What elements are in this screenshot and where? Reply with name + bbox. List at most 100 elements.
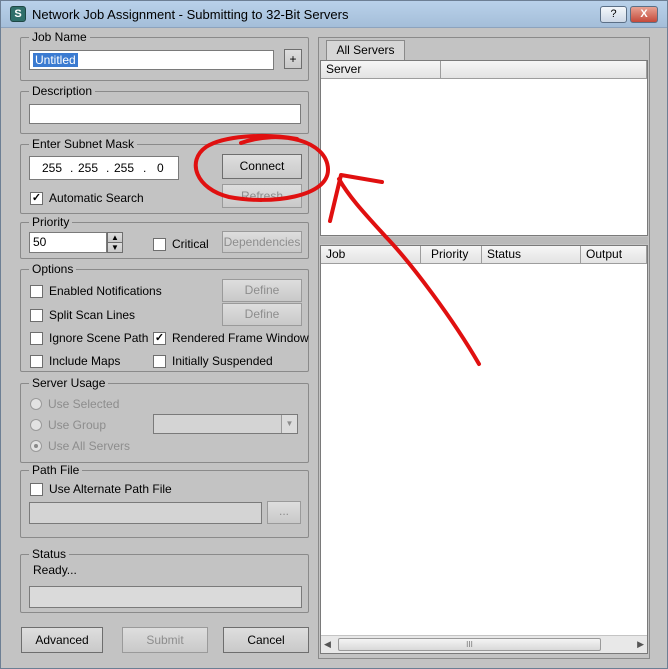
include-maps-label: Include Maps xyxy=(49,354,121,368)
jobs-scrollbar-thumb[interactable]: III xyxy=(338,638,601,651)
rendered-frame-window-checkbox[interactable]: ✓ Rendered Frame Window xyxy=(153,330,309,346)
use-group-label: Use Group xyxy=(48,418,107,432)
use-all-servers-radio-icon xyxy=(30,440,42,452)
initially-suspended-checkbox[interactable]: Initially Suspended xyxy=(153,353,273,369)
add-job-name-button[interactable]: + xyxy=(284,49,302,69)
ignore-scene-path-checkbox[interactable]: Ignore Scene Path xyxy=(30,330,148,346)
automatic-search-check-icon: ✓ xyxy=(30,191,43,205)
define-scan-lines-button[interactable]: Define xyxy=(222,303,302,326)
server-extra-column-header[interactable] xyxy=(441,61,647,79)
subnet-dot-1: . xyxy=(70,161,74,175)
title-bar[interactable]: S Network Job Assignment - Submitting to… xyxy=(1,1,667,28)
automatic-search-label: Automatic Search xyxy=(49,191,144,205)
description-input[interactable] xyxy=(29,104,301,124)
job-name-group: Job Name Untitled + xyxy=(20,30,309,81)
use-selected-radio[interactable]: Use Selected xyxy=(30,396,119,412)
priority-label: Priority xyxy=(29,215,73,229)
use-all-servers-label: Use All Servers xyxy=(48,439,131,453)
subnet-dot-3: . xyxy=(143,161,147,175)
scroll-grip-icon: III xyxy=(466,640,473,649)
tab-all-servers[interactable]: All Servers xyxy=(326,40,405,60)
ignore-scene-path-check-icon xyxy=(30,331,43,345)
subnet-group: Enter Subnet Mask 255 . 255 . 255 . 0 Co… xyxy=(20,137,309,214)
submit-button[interactable]: Submit xyxy=(122,627,208,653)
automatic-search-checkbox[interactable]: ✓ Automatic Search xyxy=(30,190,144,206)
chevron-down-icon: ▼ xyxy=(281,415,297,433)
help-button[interactable]: ? xyxy=(600,6,627,23)
enabled-notifications-label: Enabled Notifications xyxy=(49,284,162,298)
include-maps-checkbox[interactable]: Include Maps xyxy=(30,353,120,369)
status-text: Ready... xyxy=(33,563,77,577)
network-job-assignment-window: S Network Job Assignment - Submitting to… xyxy=(0,0,668,669)
options-group: Options Enabled Notifications Define Spl… xyxy=(20,262,309,372)
status-group: Status Ready... xyxy=(20,547,309,613)
critical-check-icon xyxy=(153,237,166,251)
advanced-button[interactable]: Advanced xyxy=(21,627,103,653)
use-group-radio[interactable]: Use Group xyxy=(30,417,106,433)
job-column-header[interactable]: Job xyxy=(321,246,421,264)
path-file-group: Path File Use Alternate Path File ... xyxy=(20,463,309,538)
subnet-label: Enter Subnet Mask xyxy=(29,137,138,151)
connect-button[interactable]: Connect xyxy=(222,154,302,179)
use-group-radio-icon xyxy=(30,419,42,431)
use-selected-label: Use Selected xyxy=(48,397,120,411)
servers-list[interactable]: Server xyxy=(320,60,648,236)
enabled-notifications-checkbox[interactable]: Enabled Notifications xyxy=(30,283,162,299)
server-column-header[interactable]: Server xyxy=(321,61,441,79)
subnet-octet-3: 255 xyxy=(114,161,135,175)
close-button[interactable]: X xyxy=(630,6,658,23)
pane-splitter[interactable] xyxy=(320,237,648,244)
jobs-list[interactable]: Job Priority Status Output ◀ III ▶ xyxy=(320,245,648,654)
description-label: Description xyxy=(29,84,96,98)
define-notifications-button[interactable]: Define xyxy=(222,279,302,302)
subnet-dot-2: . xyxy=(106,161,110,175)
initially-suspended-check-icon xyxy=(153,354,166,368)
include-maps-check-icon xyxy=(30,354,43,368)
refresh-button[interactable]: Refresh xyxy=(222,184,302,208)
path-file-label: Path File xyxy=(29,463,83,477)
options-label: Options xyxy=(29,262,77,276)
critical-checkbox[interactable]: Critical xyxy=(153,236,209,252)
split-scan-lines-checkbox[interactable]: Split Scan Lines xyxy=(30,307,135,323)
subnet-octet-2: 255 xyxy=(78,161,99,175)
subnet-mask-input[interactable]: 255 . 255 . 255 . 0 xyxy=(29,156,179,180)
scroll-left-arrow-icon[interactable]: ◀ xyxy=(324,639,331,650)
path-file-input[interactable] xyxy=(29,502,262,524)
split-scan-lines-check-icon xyxy=(30,308,43,322)
window-title: Network Job Assignment - Submitting to 3… xyxy=(32,7,349,22)
split-scan-lines-label: Split Scan Lines xyxy=(49,308,136,322)
scroll-right-arrow-icon[interactable]: ▶ xyxy=(637,639,644,650)
use-selected-radio-icon xyxy=(30,398,42,410)
rendered-frame-window-label: Rendered Frame Window xyxy=(172,331,309,345)
priority-spinner-down[interactable]: ▼ xyxy=(107,242,123,253)
jobs-horizontal-scrollbar[interactable]: ◀ III ▶ xyxy=(321,635,647,653)
server-usage-label: Server Usage xyxy=(29,376,109,390)
output-column-header[interactable]: Output xyxy=(581,246,647,264)
subnet-octet-4: 0 xyxy=(157,161,164,175)
status-label: Status xyxy=(29,547,70,561)
browse-path-button[interactable]: ... xyxy=(267,501,301,524)
description-group: Description xyxy=(20,84,309,134)
initially-suspended-label: Initially Suspended xyxy=(172,354,273,368)
server-usage-group: Server Usage Use Selected Use Group ▼ Us… xyxy=(20,376,309,463)
use-alternate-path-label: Use Alternate Path File xyxy=(49,482,172,496)
cancel-button[interactable]: Cancel xyxy=(223,627,309,653)
subnet-octet-1: 255 xyxy=(42,161,63,175)
job-name-label: Job Name xyxy=(29,30,90,44)
enabled-notifications-check-icon xyxy=(30,284,43,298)
use-alternate-path-check-icon xyxy=(30,482,43,496)
job-name-input[interactable]: Untitled xyxy=(29,50,274,70)
priority-group: Priority 50 ▲ ▼ Critical Dependencies xyxy=(20,215,309,259)
app-icon: S xyxy=(10,6,26,22)
critical-label: Critical xyxy=(172,237,209,251)
status-field xyxy=(29,586,302,608)
priority-input[interactable]: 50 xyxy=(29,232,107,253)
rendered-frame-window-check-icon: ✓ xyxy=(153,331,166,345)
ignore-scene-path-label: Ignore Scene Path xyxy=(49,331,149,345)
server-group-select[interactable]: ▼ xyxy=(153,414,298,434)
priority-column-header[interactable]: Priority xyxy=(421,246,482,264)
use-all-servers-radio[interactable]: Use All Servers xyxy=(30,438,130,454)
use-alternate-path-checkbox[interactable]: Use Alternate Path File xyxy=(30,481,172,497)
status-column-header[interactable]: Status xyxy=(482,246,581,264)
dependencies-button[interactable]: Dependencies xyxy=(222,231,302,253)
